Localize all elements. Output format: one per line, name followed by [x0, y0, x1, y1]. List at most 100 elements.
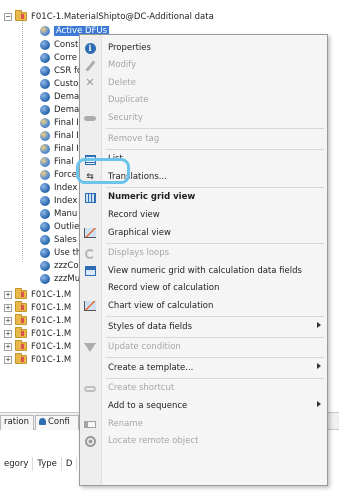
- menu-item-label: Delete: [108, 77, 136, 88]
- tree-sibling-row[interactable]: + F01C-1.M: [4, 314, 71, 327]
- blue-sphere-icon: [40, 273, 50, 284]
- menu-item-record-view[interactable]: Record view: [80, 206, 327, 223]
- menu-icon-blank: [84, 133, 96, 145]
- tree-item[interactable]: Custo: [40, 77, 78, 90]
- column-header-d[interactable]: D: [62, 457, 78, 471]
- tree-item-label: Custo: [54, 78, 79, 89]
- menu-item-translations[interactable]: ⇆ Translations...: [80, 168, 327, 185]
- tree-sibling-label: F01C-1.M: [31, 315, 72, 326]
- column-header-type[interactable]: Type: [33, 457, 62, 471]
- menu-separator: [106, 336, 324, 338]
- column-header-category[interactable]: egory: [0, 457, 34, 471]
- tree-item-label: Final I: [54, 130, 79, 141]
- folder-icon: [15, 288, 27, 299]
- menu-item-locate-remote-object: Locate remote object: [80, 433, 327, 450]
- expand-icon[interactable]: +: [4, 290, 12, 299]
- tree-item[interactable]: zzzCo: [40, 259, 79, 272]
- tree-sibling-label: F01C-1.M: [31, 289, 72, 300]
- tree-item[interactable]: zzzMu: [40, 272, 80, 285]
- tree-item[interactable]: Use th: [40, 246, 81, 259]
- menu-separator: [106, 242, 324, 244]
- submenu-arrow-icon: [317, 322, 321, 328]
- tree-item[interactable]: Index: [40, 181, 77, 194]
- menu-icon-blank: [84, 209, 96, 221]
- menu-separator: [106, 316, 324, 317]
- tree-item-label: Corre: [54, 52, 78, 63]
- menu-icon-blank: [84, 95, 96, 107]
- expand-icon[interactable]: +: [4, 355, 12, 364]
- tree-item[interactable]: Final I: [40, 142, 79, 155]
- tree-item[interactable]: Corre: [40, 51, 77, 64]
- menu-item-label: Add to a sequence: [108, 400, 188, 411]
- menu-item-label: Translations...: [108, 171, 167, 182]
- menu-item-add-to-a-sequence[interactable]: Add to a sequence: [80, 397, 327, 414]
- key-icon: [84, 112, 96, 124]
- menu-item-chart-view-of-calculation[interactable]: Chart view of calculation: [80, 297, 327, 314]
- expand-icon[interactable]: +: [4, 342, 12, 351]
- menu-item-record-view-of-calculation[interactable]: Record view of calculation: [80, 280, 327, 297]
- tree-item[interactable]: Force: [40, 168, 77, 181]
- tree-item[interactable]: Final I: [40, 116, 79, 129]
- pencil-icon: [84, 60, 96, 72]
- tree-sibling-row[interactable]: + F01C-1.M: [4, 353, 71, 366]
- tree-item[interactable]: Final: [40, 155, 74, 168]
- blue-sphere-icon: [40, 78, 50, 89]
- tree-item[interactable]: Manu: [40, 207, 77, 220]
- tree-item-label: Use th: [54, 247, 82, 258]
- collapse-icon[interactable]: −: [4, 12, 12, 21]
- blue-sphere-icon: [40, 52, 50, 63]
- tree-root-row[interactable]: − F01C-1.MaterialShipto@DC-Additional da…: [4, 10, 214, 23]
- tree-item[interactable]: Final I: [40, 129, 79, 142]
- menu-item-create-a-template[interactable]: Create a template...: [80, 359, 327, 376]
- blue-sphere-icon: [40, 247, 50, 258]
- expand-icon[interactable]: +: [4, 316, 12, 325]
- tree-item-label: Dema: [54, 104, 80, 115]
- tree-item[interactable]: Dema: [40, 90, 79, 103]
- menu-item-view-numeric-grid-with-calculation-data-fields[interactable]: View numeric grid with calculation data …: [80, 262, 327, 279]
- expand-icon[interactable]: +: [4, 303, 12, 312]
- tree-item-label: CSR fc: [54, 65, 82, 76]
- tree-item[interactable]: Dema: [40, 103, 79, 116]
- menu-item-label: Graphical view: [108, 227, 171, 238]
- menu-item-label: Duplicate: [108, 95, 149, 106]
- tree-item[interactable]: Index: [40, 194, 77, 207]
- blue-sphere-icon: [40, 39, 50, 50]
- menu-item-label: Modify: [108, 60, 137, 71]
- menu-item-label: Properties: [108, 42, 151, 53]
- translate-icon: ⇆: [86, 172, 94, 183]
- tree-sibling-label: F01C-1.M: [31, 354, 72, 365]
- menu-icon-blank: [84, 362, 96, 374]
- tree-sibling-row[interactable]: + F01C-1.M: [4, 288, 71, 301]
- menu-item-styles-of-data-fields[interactable]: Styles of data fields: [80, 318, 327, 335]
- tab-config[interactable]: Confi: [35, 415, 79, 430]
- tree-sibling-row[interactable]: + F01C-1.M: [4, 340, 71, 353]
- tree-item[interactable]: Sales: [40, 233, 77, 246]
- submenu-arrow-icon: [317, 401, 321, 408]
- tree-item-label: zzzCo: [54, 260, 79, 271]
- tree-item[interactable]: CSR fc: [40, 64, 82, 77]
- tree-sibling-row[interactable]: + F01C-1.M: [4, 327, 71, 340]
- menu-item-list[interactable]: List: [80, 151, 327, 168]
- menu-item-properties[interactable]: i Properties: [80, 39, 327, 56]
- expand-icon[interactable]: +: [4, 329, 12, 338]
- menu-item-label: Create shortcut: [108, 383, 175, 394]
- blue-sphere-icon: [40, 91, 50, 102]
- tree-item-label: zzzMu: [54, 273, 81, 284]
- tab-configuration-partial[interactable]: ration: [0, 415, 34, 430]
- chart-icon: [84, 227, 96, 239]
- submenu-arrow-icon: [317, 363, 321, 370]
- tree-item-label: Final: [54, 156, 74, 167]
- blue-sphere-icon: [40, 65, 50, 76]
- menu-item-label: List: [108, 154, 123, 165]
- blue-sphere-icon: [40, 182, 50, 193]
- chart-icon: [84, 300, 96, 312]
- tree-item-label: Index: [54, 182, 78, 193]
- tree-item[interactable]: Outlie: [40, 220, 79, 233]
- menu-item-numeric-grid-view[interactable]: Numeric grid view: [80, 189, 327, 206]
- tree-item[interactable]: Const: [40, 38, 78, 51]
- tree-sibling-row[interactable]: + F01C-1.M: [4, 301, 71, 314]
- menu-item-security: Security: [80, 109, 327, 126]
- shortcut-icon: [84, 383, 96, 395]
- menu-item-graphical-view[interactable]: Graphical view: [80, 224, 327, 241]
- folder-icon: [15, 327, 27, 338]
